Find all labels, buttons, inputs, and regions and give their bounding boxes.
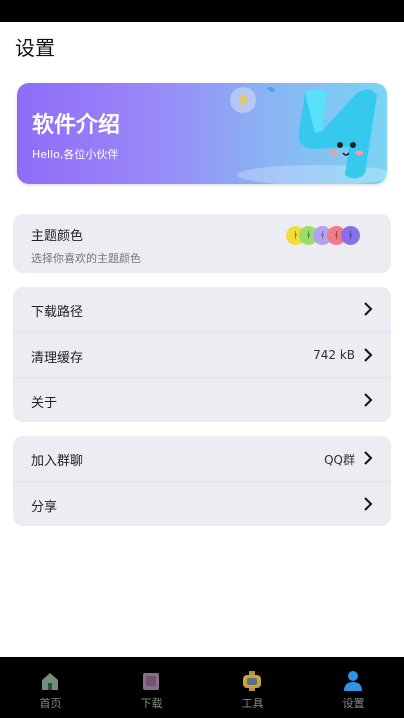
tab-home[interactable]: 首页 [0,657,101,718]
qq-group-value: QQ群 [324,453,355,467]
tab-label: 工具 [241,697,264,710]
row-label: 下载路径 [31,305,84,320]
bottom-tab-bar: 首页 下载 工具 设置 [0,657,404,718]
theme-color-card[interactable]: 主题颜色 选择你喜欢的主题颜色 ⱡ ⱡ ⱡ ⱡ ⱡ [13,214,391,273]
theme-swatch[interactable]: ⱡ [341,226,360,245]
tab-download[interactable]: 下载 [101,657,202,718]
user-icon [344,671,362,691]
row-label: 清理缓存 [31,351,84,366]
share-row[interactable]: 分享 [13,481,391,526]
tab-label: 首页 [39,697,62,710]
row-label: 加入群聊 [31,454,84,469]
chevron-right-icon [364,393,373,407]
tab-label: 下载 [140,697,163,710]
banner-title: 软件介绍 [32,113,121,138]
join-group-row[interactable]: 加入群聊 QQ群 [13,436,391,481]
cache-size-value: 742 kB [313,348,355,362]
page-title: 设置 [15,36,55,60]
theme-color-subtitle: 选择你喜欢的主题颜色 [31,252,141,265]
clear-cache-row[interactable]: 清理缓存 742 kB [13,332,391,377]
tools-icon [243,671,261,691]
download-path-row[interactable]: 下载路径 [13,287,391,332]
home-icon [42,673,58,690]
row-label: 分享 [31,500,58,515]
chevron-right-icon [364,451,373,465]
intro-banner[interactable]: 软件介绍 Hello,各位小伙伴 [17,83,387,184]
chevron-right-icon [364,497,373,511]
row-label: 关于 [31,396,58,411]
download-icon [143,673,159,690]
chevron-right-icon [364,348,373,362]
mascot-illustration-icon [230,87,387,184]
chevron-right-icon [364,302,373,316]
theme-color-title: 主题颜色 [31,229,84,244]
banner-subtitle: Hello,各位小伙伴 [32,148,119,161]
tab-settings[interactable]: 设置 [303,657,404,718]
tab-label: 设置 [342,697,365,710]
settings-group-storage: 下载路径 清理缓存 742 kB 关于 [13,287,391,422]
settings-group-social: 加入群聊 QQ群 分享 [13,436,391,526]
theme-swatches: ⱡ ⱡ ⱡ ⱡ ⱡ [286,226,361,246]
tab-tools[interactable]: 工具 [202,657,303,718]
about-row[interactable]: 关于 [13,377,391,422]
status-bar [0,0,404,22]
